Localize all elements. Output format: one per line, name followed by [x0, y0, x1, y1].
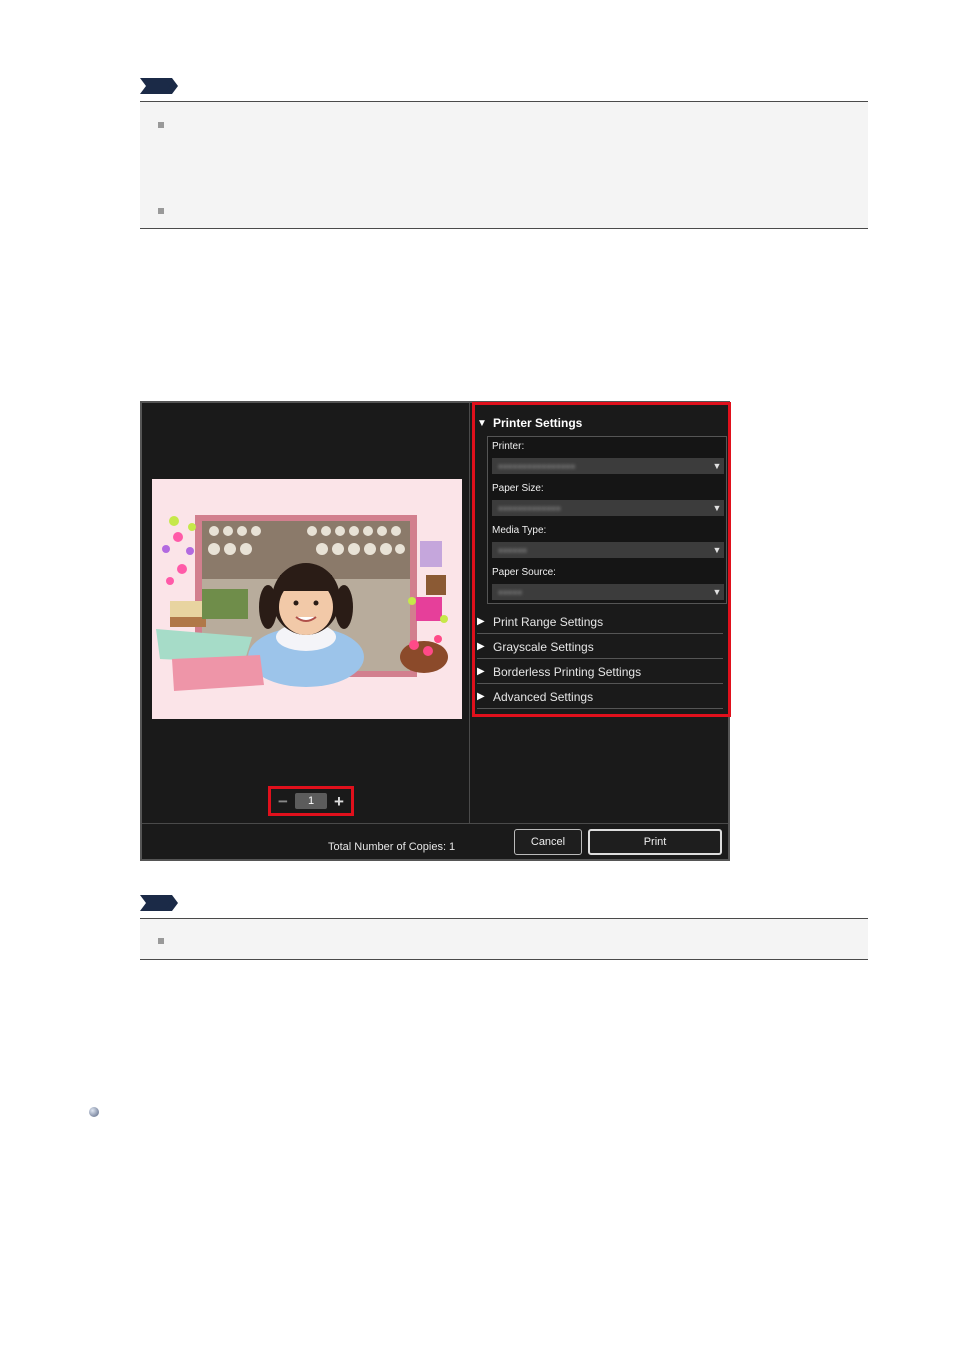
- media-type-label: Media Type:: [492, 525, 547, 536]
- section-print-range-settings[interactable]: ▶ Print Range Settings: [477, 610, 723, 634]
- print-preview-image: [152, 479, 462, 719]
- blurred-value: ■■■■■: [498, 587, 523, 597]
- print-button[interactable]: Print: [588, 829, 722, 855]
- dropdown-arrow-icon: ▼: [712, 503, 722, 513]
- paper-source-label: Paper Source:: [492, 567, 556, 578]
- section-label: Print Range Settings: [493, 614, 604, 629]
- blurred-value: ■■■■■■■■■■■■■: [498, 503, 561, 513]
- note-bullet: [158, 938, 164, 944]
- bullet-sphere-icon: [89, 1107, 99, 1117]
- printer-label: Printer:: [492, 441, 525, 452]
- section-label: Grayscale Settings: [493, 639, 594, 654]
- section-printer-settings[interactable]: ▼ Printer Settings: [477, 411, 723, 435]
- section-grayscale-settings[interactable]: ▶ Grayscale Settings: [477, 635, 723, 659]
- printer-settings-fields: Printer: ■■■■■■■■■■■■■■■■ ▼ Paper Size: …: [487, 436, 727, 604]
- dialog-footer: Total Number of Copies: 1 Cancel Print: [142, 823, 728, 859]
- section-borderless-printing-settings[interactable]: ▶ Borderless Printing Settings: [477, 660, 723, 684]
- section-advanced-settings[interactable]: ▶ Advanced Settings: [477, 685, 723, 709]
- triangle-down-icon: ▼: [477, 417, 487, 429]
- blurred-value: ■■■■■■: [498, 545, 527, 555]
- triangle-right-icon: ▶: [477, 691, 485, 702]
- total-copies-text: Total Number of Copies: 1: [328, 841, 456, 853]
- cancel-button[interactable]: Cancel: [514, 829, 582, 855]
- section-label: Borderless Printing Settings: [493, 664, 642, 679]
- dropdown-arrow-icon: ▼: [712, 587, 722, 597]
- settings-pane: ▼ Printer Settings Printer: ■■■■■■■■■■■■…: [471, 403, 728, 823]
- triangle-right-icon: ▶: [477, 616, 485, 627]
- paper-source-select[interactable]: ■■■■■ ▼: [492, 584, 724, 600]
- copies-control: − 1 +: [268, 786, 354, 816]
- blurred-value: ■■■■■■■■■■■■■■■■: [498, 461, 576, 471]
- dropdown-arrow-icon: ▼: [712, 545, 722, 555]
- note-box-top: [140, 101, 868, 229]
- section-label: Advanced Settings: [493, 689, 594, 704]
- dropdown-arrow-icon: ▼: [712, 461, 722, 471]
- note-icon: [140, 78, 180, 94]
- note-box-bottom: [140, 918, 868, 960]
- paper-size-select[interactable]: ■■■■■■■■■■■■■ ▼: [492, 500, 724, 516]
- section-label: Printer Settings: [493, 416, 583, 430]
- increase-copies-button[interactable]: +: [332, 793, 346, 810]
- triangle-right-icon: ▶: [477, 641, 485, 652]
- printer-select[interactable]: ■■■■■■■■■■■■■■■■ ▼: [492, 458, 724, 474]
- note-bullet: [158, 208, 164, 214]
- note-icon: [140, 895, 180, 911]
- decrease-copies-button[interactable]: −: [276, 793, 290, 810]
- paper-size-label: Paper Size:: [492, 483, 544, 494]
- preview-pane: − 1 +: [142, 403, 470, 823]
- copies-input[interactable]: 1: [295, 793, 327, 809]
- note-bullet: [158, 122, 164, 128]
- media-type-select[interactable]: ■■■■■■ ▼: [492, 542, 724, 558]
- print-settings-dialog: − 1 + ▼ Printer Settings Printer: ■■■■■■…: [140, 401, 731, 861]
- triangle-right-icon: ▶: [477, 666, 485, 677]
